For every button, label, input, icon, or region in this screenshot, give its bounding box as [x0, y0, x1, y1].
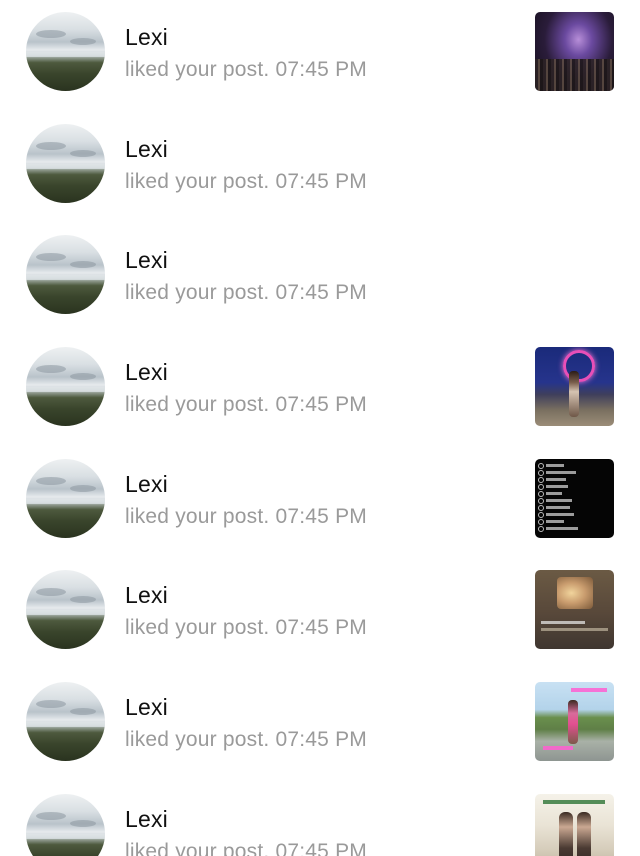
- notification-row[interactable]: Lexi liked your post. 07:45 PM: [0, 447, 640, 559]
- post-thumbnail[interactable]: [535, 459, 614, 538]
- action-text: liked your post.: [125, 505, 270, 528]
- notification-row[interactable]: Lexi liked your post. 07:45 PM: [0, 670, 640, 782]
- username[interactable]: Lexi: [125, 136, 168, 163]
- username[interactable]: Lexi: [125, 806, 168, 833]
- timestamp: 07:45 PM: [275, 728, 367, 751]
- avatar[interactable]: [26, 12, 105, 91]
- notification-row[interactable]: Lexi liked your post. 07:45 PM: [0, 112, 640, 224]
- notification-list: Lexi liked your post. 07:45 PM Lexi like…: [0, 0, 640, 856]
- timestamp: 07:45 PM: [275, 505, 367, 528]
- action-text: liked your post.: [125, 393, 270, 416]
- post-thumbnail[interactable]: [535, 347, 614, 426]
- post-thumbnail[interactable]: [535, 570, 614, 649]
- action-text: liked your post.: [125, 170, 270, 193]
- notification-text: liked your post. 07:45 PM: [125, 393, 367, 417]
- action-text: liked your post.: [125, 728, 270, 751]
- timestamp: 07:45 PM: [275, 616, 367, 639]
- notification-row[interactable]: Lexi liked your post. 07:45 PM: [0, 0, 640, 112]
- notification-row[interactable]: Lexi liked your post. 07:45 PM: [0, 558, 640, 670]
- action-text: liked your post.: [125, 58, 270, 81]
- timestamp: 07:45 PM: [275, 170, 367, 193]
- action-text: liked your post.: [125, 840, 270, 856]
- username[interactable]: Lexi: [125, 471, 168, 498]
- username[interactable]: Lexi: [125, 694, 168, 721]
- notification-text: liked your post. 07:45 PM: [125, 505, 367, 529]
- post-thumbnail[interactable]: [535, 12, 614, 91]
- notification-text: liked your post. 07:45 PM: [125, 170, 367, 194]
- avatar[interactable]: [26, 235, 105, 314]
- username[interactable]: Lexi: [125, 24, 168, 51]
- notification-row[interactable]: Lexi liked your post. 07:45 PM: [0, 223, 640, 335]
- timestamp: 07:45 PM: [275, 840, 367, 856]
- action-text: liked your post.: [125, 281, 270, 304]
- action-text: liked your post.: [125, 616, 270, 639]
- notification-row[interactable]: Lexi liked your post. 07:45 PM: [0, 782, 640, 856]
- avatar[interactable]: [26, 459, 105, 538]
- notification-text: liked your post. 07:45 PM: [125, 616, 367, 640]
- notification-text: liked your post. 07:45 PM: [125, 728, 367, 752]
- notification-row[interactable]: Lexi liked your post. 07:45 PM: [0, 335, 640, 447]
- avatar[interactable]: [26, 570, 105, 649]
- username[interactable]: Lexi: [125, 359, 168, 386]
- notification-text: liked your post. 07:45 PM: [125, 58, 367, 82]
- timestamp: 07:45 PM: [275, 281, 367, 304]
- username[interactable]: Lexi: [125, 247, 168, 274]
- post-thumbnail[interactable]: [535, 682, 614, 761]
- notification-text: liked your post. 07:45 PM: [125, 840, 367, 856]
- post-thumbnail[interactable]: [535, 794, 614, 856]
- timestamp: 07:45 PM: [275, 58, 367, 81]
- avatar[interactable]: [26, 347, 105, 426]
- avatar[interactable]: [26, 682, 105, 761]
- notification-text: liked your post. 07:45 PM: [125, 281, 367, 305]
- timestamp: 07:45 PM: [275, 393, 367, 416]
- avatar[interactable]: [26, 124, 105, 203]
- username[interactable]: Lexi: [125, 582, 168, 609]
- avatar[interactable]: [26, 794, 105, 856]
